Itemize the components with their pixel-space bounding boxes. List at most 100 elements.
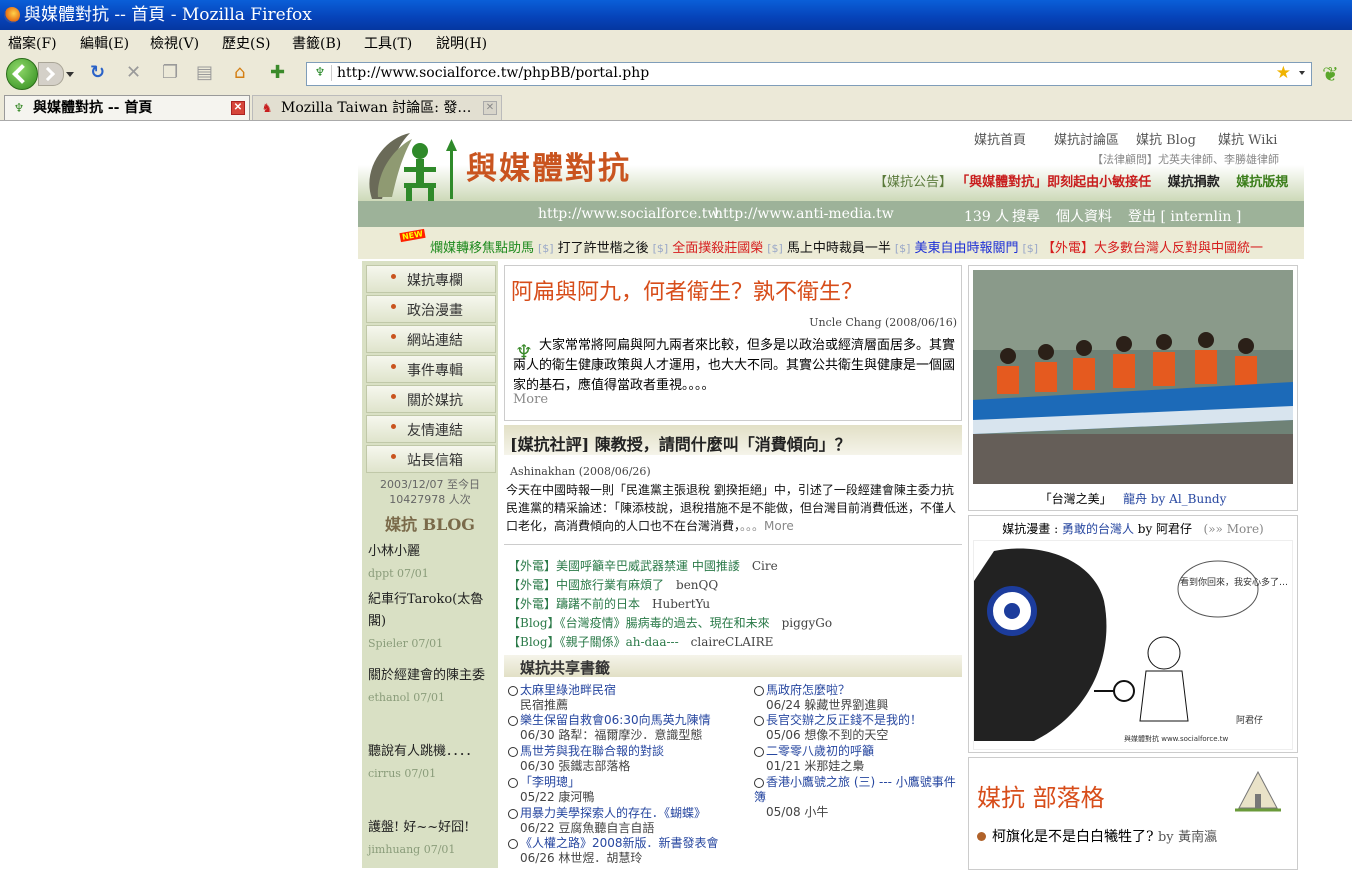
url-text[interactable]: http://www.socialforce.tw/phpBB/portal.p…: [337, 65, 649, 81]
menu-bookmarks[interactable]: 書籤(B): [292, 33, 341, 53]
link-wiki[interactable]: 媒抗 Wiki: [1218, 129, 1277, 148]
article-title[interactable]: 阿扁與阿九，何者衛生？孰不衛生？: [511, 274, 863, 306]
search-link[interactable]: 搜尋: [1012, 206, 1040, 226]
blog-box-item-title[interactable]: 柯旗化是不是白白犧牲了?: [992, 829, 1154, 845]
bookmark-title[interactable]: 長官交辦之反正錢不是我的！: [766, 713, 922, 727]
ticker-link[interactable]: 美東自由時報關門: [914, 241, 1018, 256]
blog-title[interactable]: 紀車行Taroko(太魯閣): [368, 589, 492, 633]
bookmark-title[interactable]: 《人權之路》2008新版．新書發表會: [520, 836, 719, 850]
news-title[interactable]: 【Blog】《台灣疫情》腸病毒的過去、現在和未來: [508, 616, 770, 630]
ticker-link[interactable]: 打了許世楷之後: [558, 241, 649, 256]
link-home[interactable]: 媒抗首頁: [974, 129, 1026, 148]
bookmark-item[interactable]: 二零零八歲初的呼籲 01/21 米那娃之梟: [754, 744, 960, 774]
bookmark-title[interactable]: 用暴力美學探索人的存在．《蝴蝶》: [520, 806, 706, 820]
url-bar[interactable]: ♆ http://www.socialforce.tw/phpBB/portal…: [306, 62, 1312, 86]
bookmark-title[interactable]: 樂生保留自救會06:30向馬英九陳情: [520, 713, 711, 727]
article-more-link[interactable]: More: [513, 392, 548, 407]
editorial-more-link[interactable]: 。。。More: [740, 519, 794, 533]
bookmark-item[interactable]: 「李明璁」 05/22 康河鴨: [508, 775, 748, 805]
comic-title-link[interactable]: 勇敢的台灣人: [1062, 522, 1134, 536]
bookmark-item[interactable]: 長官交辦之反正錢不是我的！ 05/06 想像不到的天空: [754, 713, 960, 743]
profile-link[interactable]: 個人資料: [1056, 206, 1112, 226]
news-item[interactable]: 【外電】中國旅行業有麻煩了 benQQ: [508, 576, 718, 593]
ticker-link[interactable]: 全面撲殺莊國榮: [672, 241, 763, 256]
news-title[interactable]: 【外電】躊躇不前的日本: [508, 597, 640, 611]
blog-item[interactable]: 護盤! 好~~好囧! jimhuang 07/01: [368, 817, 492, 861]
editorial-title[interactable]: [媒抗社評] 陳教授，請問什麼叫「消費傾向」？: [510, 431, 851, 455]
bookmark-item[interactable]: 太麻里綠池畔民宿 民宿推薦: [508, 683, 748, 713]
sidebar-item-links[interactable]: 網站連結: [366, 325, 496, 353]
reload-icon[interactable]: ↻: [90, 64, 105, 82]
bookmark-item[interactable]: 用暴力美學探索人的存在．《蝴蝶》 06/22 豆腐魚聽自言自語: [508, 806, 748, 836]
blog-title[interactable]: 關於經建會的陳主委: [368, 665, 492, 687]
url-antimedia[interactable]: http://www.anti-media.tw: [714, 206, 894, 222]
bookmark-item[interactable]: 馬世芳與我在聯合報的對談 06/30 張鐵志部落格: [508, 744, 748, 774]
tab-mozilla-taiwan[interactable]: ♞ Mozilla Taiwan 討論區: 發… ✕: [252, 95, 502, 120]
stop-icon[interactable]: ✕: [126, 64, 141, 82]
ticker-link[interactable]: 馬上中時裁員一半: [787, 241, 891, 256]
news-title[interactable]: 【Blog】《親子關係》ah-daa---: [508, 635, 679, 649]
bookmark-star-icon[interactable]: ★: [1276, 63, 1291, 83]
sidebar-item-events[interactable]: 事件專輯: [366, 355, 496, 383]
ticker-link[interactable]: 爛媒轉移焦點助馬: [430, 241, 534, 256]
bookmark-item[interactable]: 《人權之路》2008新版．新書發表會 06/26 林世煜．胡慧玲: [508, 836, 748, 866]
bookmark-title[interactable]: 「李明璁」: [520, 775, 580, 789]
news-item[interactable]: 【Blog】《台灣疫情》腸病毒的過去、現在和未來 piggyGo: [508, 614, 832, 631]
close-tab-icon[interactable]: ✕: [231, 101, 245, 115]
blog-item[interactable]: 關於經建會的陳主委 ethanol 07/01: [368, 665, 492, 709]
menu-tools[interactable]: 工具(T): [364, 33, 412, 53]
dragon-boat-photo[interactable]: [973, 270, 1293, 484]
new-tab-icon[interactable]: ✚: [270, 64, 285, 82]
bookmark-title[interactable]: 馬政府怎麼啦？: [766, 683, 850, 697]
home-icon[interactable]: ⌂: [234, 64, 245, 82]
bookmark-item[interactable]: 樂生保留自救會06:30向馬英九陳情 06/30 路犁：福爾摩沙．意識型態: [508, 713, 748, 743]
news-item[interactable]: 【Blog】《親子關係》ah-daa--- claireCLAIRE: [508, 633, 773, 650]
comic-more-link[interactable]: (»» More): [1204, 522, 1264, 536]
bookmark-item[interactable]: 香港小鷹號之旅 (三) --- 小鷹號事件簿 05/08 小牛: [754, 775, 960, 820]
ticker-link[interactable]: 【外電】大多數台灣人反對與中國統一: [1042, 241, 1263, 256]
menu-view[interactable]: 檢視(V): [150, 33, 199, 53]
blog-title[interactable]: 聽說有人跳機．．．．: [368, 741, 492, 763]
bookmark-title[interactable]: 太麻里綠池畔民宿: [520, 683, 616, 697]
blog-item[interactable]: 小林小麗 dppt 07/01: [368, 541, 492, 585]
paste-icon[interactable]: ▤: [196, 64, 213, 82]
history-dropdown-icon[interactable]: [66, 72, 74, 77]
news-title[interactable]: 【外電】美國呼籲辛巴威武器禁運 中國推諉: [508, 559, 740, 573]
sidebar-item-mail[interactable]: 站長信箱: [366, 445, 496, 473]
menu-edit[interactable]: 編輯(E): [80, 33, 129, 53]
forward-arrow-icon[interactable]: [38, 62, 64, 86]
sidebar-item-about[interactable]: 關於媒抗: [366, 385, 496, 413]
logout-link[interactable]: 登出 [ internlin ]: [1128, 206, 1241, 226]
blog-item[interactable]: 紀車行Taroko(太魯閣) Spieler 07/01: [368, 589, 492, 655]
tab-home[interactable]: ♆ 與媒體對抗 -- 首頁 ✕: [4, 95, 250, 120]
blog-title[interactable]: 護盤! 好~~好囧!: [368, 817, 492, 839]
close-tab-icon[interactable]: ✕: [483, 101, 497, 115]
news-title[interactable]: 【外電】中國旅行業有麻煩了: [508, 578, 664, 592]
url-dropdown-icon[interactable]: [1299, 71, 1305, 75]
bookmark-title[interactable]: 二零零八歲初的呼籲: [766, 744, 874, 758]
news-item[interactable]: 【外電】美國呼籲辛巴威武器禁運 中國推諉 Cire: [508, 557, 778, 574]
site-identity-icon[interactable]: ♆: [309, 65, 332, 81]
url-socialforce[interactable]: http://www.socialforce.tw: [538, 206, 719, 222]
news-item[interactable]: 【外電】躊躇不前的日本 HubertYu: [508, 595, 710, 612]
blog-title[interactable]: 小林小麗: [368, 541, 492, 563]
back-arrow-icon[interactable]: [6, 58, 38, 90]
copy-icon[interactable]: ❐: [162, 64, 178, 82]
sidebar-item-comics[interactable]: 政治漫畫: [366, 295, 496, 323]
donate-link[interactable]: 媒抗捐款: [1168, 175, 1220, 190]
notice-link[interactable]: 「與媒體對抗」即刻起由小敏接任: [956, 175, 1151, 190]
bookmark-title[interactable]: 馬世芳與我在聯合報的對談: [520, 744, 664, 758]
blog-item[interactable]: 聽說有人跳機．．．． cirrus 07/01: [368, 741, 492, 785]
menu-help[interactable]: 說明(H): [436, 33, 487, 53]
menu-file[interactable]: 檔案(F): [8, 33, 57, 53]
rules-link[interactable]: 媒抗版規: [1236, 175, 1288, 190]
sidebar-item-friends[interactable]: 友情連結: [366, 415, 496, 443]
link-blog[interactable]: 媒抗 Blog: [1136, 129, 1196, 148]
bookmark-item[interactable]: 馬政府怎麼啦？ 06/24 躲藏世界劉進興: [754, 683, 960, 713]
link-forum[interactable]: 媒抗討論區: [1054, 129, 1119, 148]
menu-history[interactable]: 歷史(S): [222, 33, 271, 53]
comic-image[interactable]: 看到你回來，我安心多了… 阿君仔 與媒體對抗 www.socialforce.t…: [973, 540, 1293, 750]
blog-box-item[interactable]: 柯旗化是不是白白犧牲了? by 黃南瀛: [977, 826, 1217, 846]
bookmark-title[interactable]: 香港小鷹號之旅 (三) --- 小鷹號事件簿: [754, 775, 956, 804]
photo-caption-link[interactable]: 龍舟 by Al_Bundy: [1123, 492, 1226, 506]
